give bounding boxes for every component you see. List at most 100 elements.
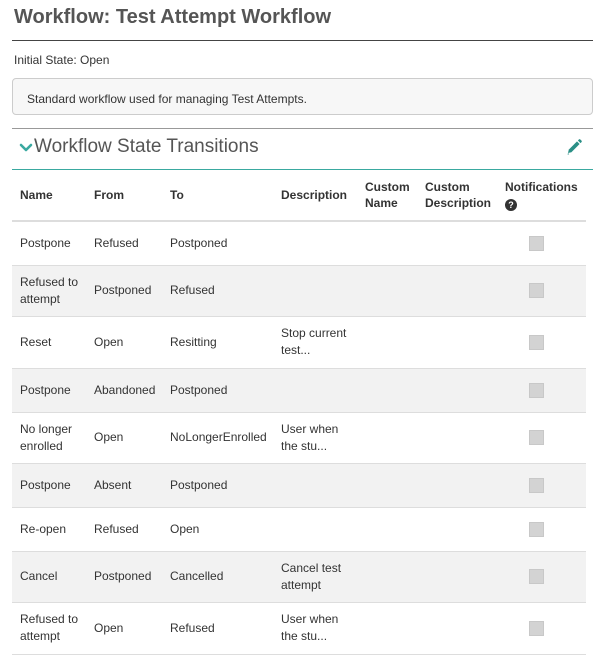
cell-description [273,463,357,508]
cell-description: User when the stu... [273,412,357,464]
cell-custom-name [357,507,417,552]
cell-custom-description [417,316,497,369]
cell-custom-name [357,221,417,266]
cell-name: Postpone [12,463,86,508]
column-header-from[interactable]: From [86,170,162,222]
cell-from: Open [86,316,162,369]
cell-custom-description [417,551,497,603]
cell-to: Postponed [162,368,273,413]
table-row[interactable]: Postpone Refused Postponed [12,221,586,266]
cell-from: Postponed [86,265,162,317]
cell-description: Stop current test... [273,316,357,369]
column-header-to[interactable]: To [162,170,273,222]
title-divider [12,40,593,41]
cell-description [273,265,357,317]
initial-state-label: Initial State: Open [14,53,110,67]
pencil-icon[interactable] [565,138,583,156]
cell-to: Refused [162,602,273,655]
cell-description: User when the stu... [273,602,357,655]
cell-to: Resitting [162,316,273,369]
question-circle-icon[interactable]: ? [505,198,517,211]
cell-to: Refused [162,265,273,317]
cell-custom-name [357,368,417,413]
table-row[interactable]: Postpone Abandoned Postponed [12,368,586,413]
cell-custom-description [417,463,497,508]
table-row[interactable]: Reset Open Resitting Stop current test... [12,316,586,369]
cell-notifications [497,551,586,603]
cell-name: Reset [12,316,86,369]
cell-custom-name [357,316,417,369]
cell-custom-description [417,412,497,464]
chevron-down-icon[interactable] [19,141,33,155]
cell-from: Open [86,412,162,464]
table-row[interactable]: Refused to attempt Postponed Refused [12,265,586,317]
notifications-checkbox[interactable] [529,521,544,537]
cell-notifications [497,265,586,317]
cell-name: Refused to attempt [12,265,86,317]
table-row[interactable]: Cancel Postponed Cancelled Cancel test atte… [12,551,586,603]
table-row[interactable]: Refused to attempt Open Refused User when t… [12,602,586,655]
cell-from: Abandoned [86,368,162,413]
cell-from: Postponed [86,551,162,603]
column-header-custom-name[interactable]: Custom Name [357,170,417,222]
cell-description: Cancel test attempt [273,551,357,603]
cell-notifications [497,221,586,266]
cell-to: NoLongerEnrolled [162,412,273,464]
cell-custom-description [417,265,497,317]
notifications-checkbox[interactable] [529,477,544,493]
cell-name: Postpone [12,221,86,266]
column-header-description[interactable]: Description [273,170,357,222]
notifications-checkbox[interactable] [529,236,544,252]
cell-name: No longer enrolled [12,412,86,464]
transitions-table: Name From To Description Custom Name Cus… [12,170,586,655]
cell-to: Open [162,507,273,552]
cell-from: Refused [86,507,162,552]
cell-custom-name [357,265,417,317]
cell-name: Re-open [12,507,86,552]
cell-notifications [497,507,586,552]
cell-custom-name [357,551,417,603]
table-row[interactable]: Re-open Refused Open [12,507,586,552]
table-body: Postpone Refused Postponed Refused to attem… [12,221,586,655]
cell-to: Postponed [162,463,273,508]
section-title[interactable]: Workflow State Transitions [34,136,259,158]
notifications-checkbox[interactable] [529,620,544,636]
cell-notifications [497,602,586,655]
cell-from: Open [86,602,162,655]
notifications-checkbox[interactable] [529,382,544,398]
table-header-row: Name From To Description Custom Name Cus… [12,170,586,222]
section-divider-top [12,128,593,129]
column-header-notifications[interactable]: Notifications ? [497,170,586,222]
workflow-description: Standard workflow used for managing Test… [27,92,307,106]
cell-custom-description [417,221,497,266]
table-row[interactable]: Postpone Absent Postponed [12,463,586,508]
cell-name: Refused to attempt [12,602,86,655]
cell-custom-name [357,602,417,655]
notifications-checkbox[interactable] [529,569,544,585]
page-title: Workflow: Test Attempt Workflow [14,6,332,28]
cell-notifications [497,463,586,508]
cell-from: Absent [86,463,162,508]
workflow-description-box: Standard workflow used for managing Test… [12,78,593,115]
notifications-header-label: Notifications [505,180,578,194]
cell-notifications [497,316,586,369]
notifications-checkbox[interactable] [529,430,544,446]
cell-description [273,507,357,552]
cell-description [273,368,357,413]
table-row[interactable]: No longer enrolled Open NoLongerEnrolled Us… [12,412,586,464]
cell-description [273,221,357,266]
section-header[interactable]: Workflow State Transitions [12,132,593,168]
cell-name: Cancel [12,551,86,603]
cell-custom-description [417,602,497,655]
cell-from: Refused [86,221,162,266]
cell-custom-description [417,368,497,413]
notifications-checkbox[interactable] [529,334,544,350]
cell-custom-description [417,507,497,552]
cell-notifications [497,368,586,413]
cell-to: Cancelled [162,551,273,603]
cell-to: Postponed [162,221,273,266]
cell-notifications [497,412,586,464]
column-header-name[interactable]: Name [12,170,86,222]
column-header-custom-description[interactable]: Custom Description [417,170,497,222]
notifications-checkbox[interactable] [529,283,544,299]
